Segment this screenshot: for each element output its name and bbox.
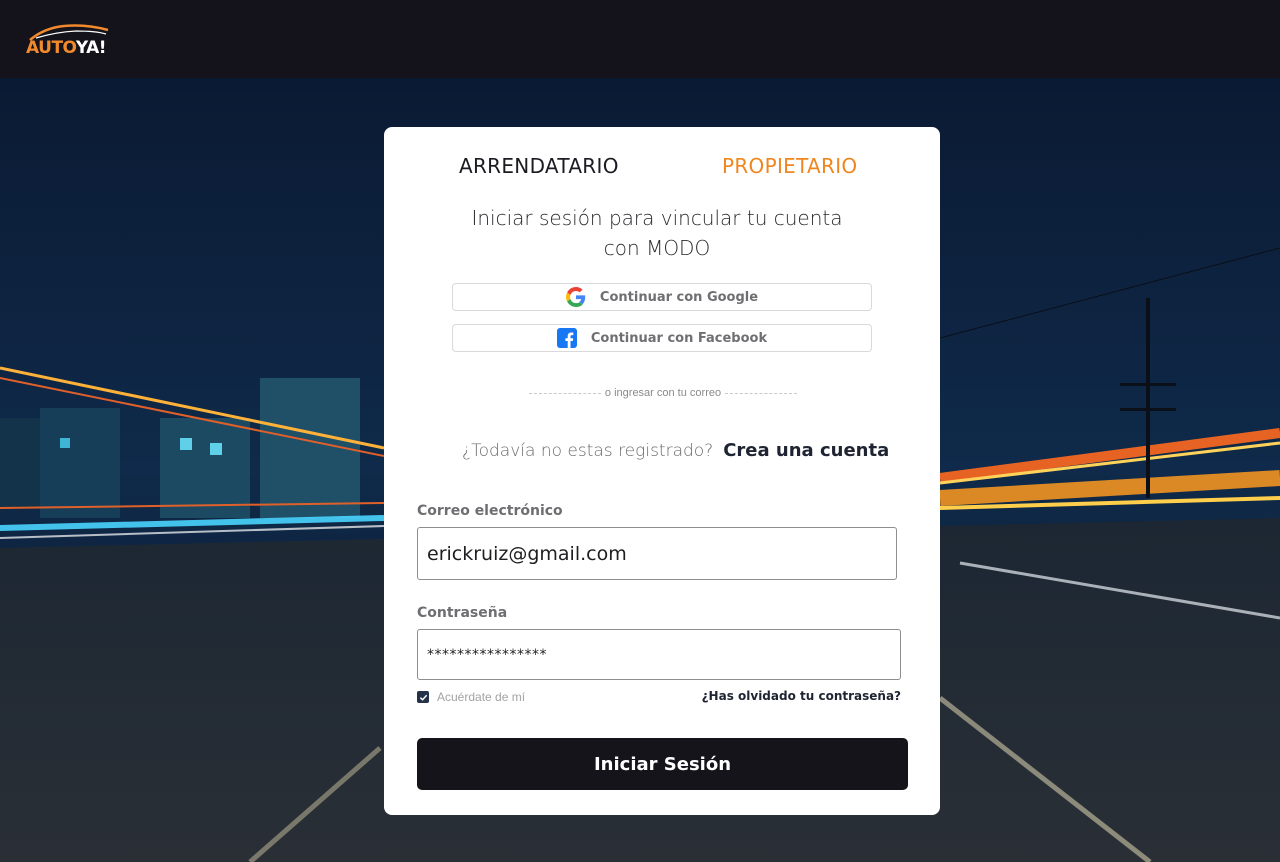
- divider-line-right: [725, 392, 798, 394]
- register-question: ¿Todavía no estas registrado?: [462, 441, 714, 461]
- remember-me-checkbox[interactable]: Acuérdate de mí: [417, 690, 525, 704]
- forgot-password-link[interactable]: ¿Has olvidado tu contraseña?: [702, 689, 901, 703]
- login-heading: Iniciar sesión para vincular tu cuenta c…: [444, 203, 870, 263]
- password-field[interactable]: ****************: [417, 629, 901, 680]
- email-field[interactable]: erickruiz@gmail.com: [417, 527, 897, 580]
- register-prompt: ¿Todavía no estas registrado? Crea una c…: [462, 440, 889, 461]
- logo-text-ya: YA!: [75, 38, 107, 58]
- facebook-icon: [556, 328, 577, 348]
- checkbox-box[interactable]: [417, 691, 429, 703]
- brand-logo[interactable]: AUTOYA!: [26, 22, 116, 58]
- email-divider: o ingresar con tu correo: [529, 387, 798, 399]
- google-login-button[interactable]: Continuar con Google: [452, 283, 872, 311]
- divider-text: o ingresar con tu correo: [604, 387, 722, 399]
- login-heading-line1: Iniciar sesión para vincular tu cuenta: [471, 206, 843, 230]
- login-card: ARRENDATARIO PROPIETARIO Iniciar sesión …: [384, 127, 940, 815]
- facebook-login-label: Continuar con Facebook: [590, 330, 768, 346]
- login-heading-line2: con MODO: [603, 236, 711, 260]
- check-icon: [419, 694, 427, 701]
- password-label: Contraseña: [417, 605, 508, 621]
- email-label: Correo electrónico: [417, 503, 563, 519]
- facebook-login-button[interactable]: Continuar con Facebook: [452, 324, 872, 352]
- divider-line-left: [529, 392, 601, 394]
- top-bar: AUTOYA!: [0, 0, 1280, 78]
- create-account-link[interactable]: Crea una cuenta: [723, 440, 889, 461]
- logo-text-auto: AUTO: [26, 38, 76, 58]
- remember-me-label: Acuérdate de mí: [437, 690, 526, 704]
- google-login-label: Continuar con Google: [599, 289, 759, 305]
- tab-renter[interactable]: ARRENDATARIO: [459, 154, 619, 178]
- logo-text: AUTOYA!: [26, 38, 106, 58]
- google-icon: [565, 287, 586, 307]
- tab-owner[interactable]: PROPIETARIO: [722, 154, 857, 178]
- login-submit-button[interactable]: Iniciar Sesión: [417, 738, 908, 790]
